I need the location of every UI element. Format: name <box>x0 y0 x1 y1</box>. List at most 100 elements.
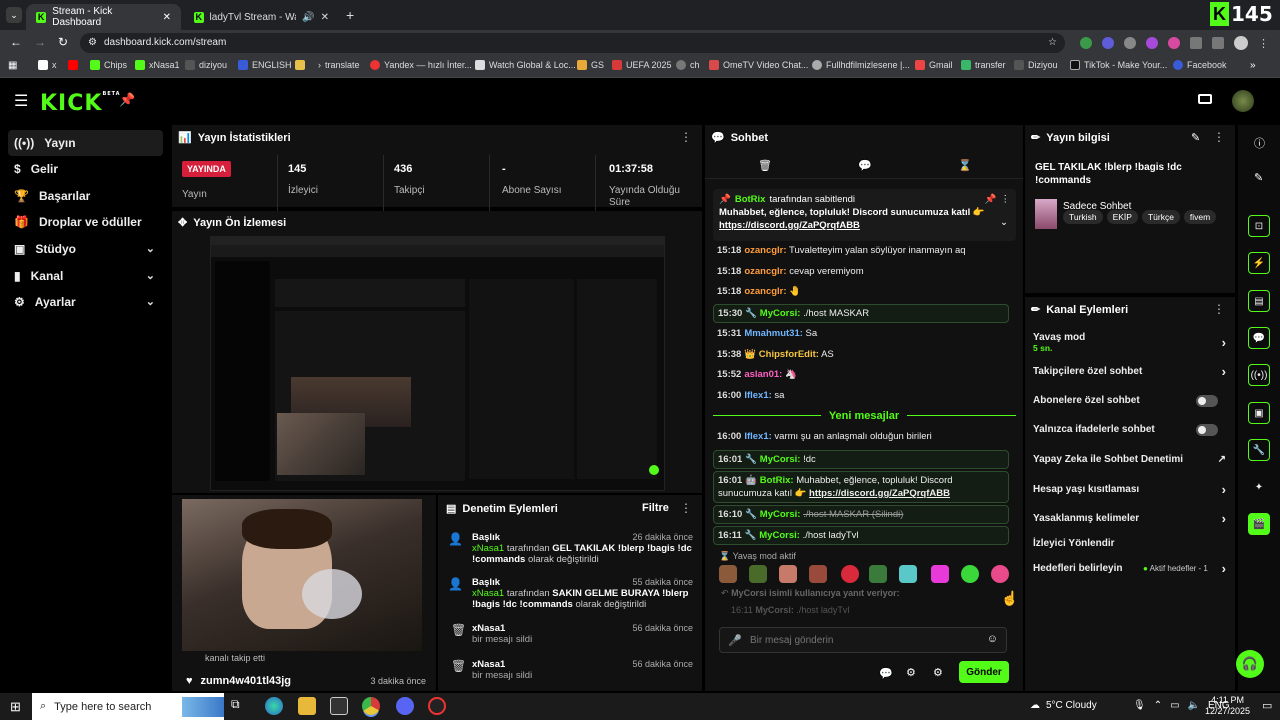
pencil-icon[interactable]: ✎ <box>1254 171 1263 184</box>
profile-avatar[interactable] <box>1234 36 1248 50</box>
tag[interactable]: Turkish <box>1063 210 1103 224</box>
sidebar-item-studyo[interactable]: ▣ Stüdyo ⌄ <box>8 236 163 262</box>
close-icon[interactable]: ✕ <box>321 12 329 23</box>
bookmark-item[interactable]: Gmail <box>915 60 953 70</box>
chat-bubble-icon[interactable]: 💬 <box>879 667 893 680</box>
bookmark-item[interactable]: ch <box>676 60 700 70</box>
volume-icon[interactable]: 🔈 <box>1188 700 1200 711</box>
windows-start-icon[interactable]: ⊞ <box>10 699 21 715</box>
puzzle-icon[interactable] <box>1190 37 1202 49</box>
user-avatar[interactable] <box>1232 90 1254 112</box>
extension-icon[interactable] <box>1146 37 1158 49</box>
discord-icon[interactable] <box>396 697 414 715</box>
hamburger-menu-icon[interactable]: ☰ <box>14 91 28 111</box>
sidebar-item-gelir[interactable]: $ Gelir <box>8 156 163 182</box>
followers-only-setting[interactable]: Takipçilere özel sohbet › <box>1033 364 1228 379</box>
tag[interactable]: EKİP <box>1106 210 1138 224</box>
quick-action-button[interactable]: 💬 <box>1248 327 1270 349</box>
chevron-down-icon[interactable]: ⌄ <box>1000 216 1008 229</box>
more-options-icon[interactable]: ⋮ <box>1001 193 1011 206</box>
stream-preview-video[interactable] <box>210 236 665 491</box>
bookmark-item[interactable]: UEFA 2025 <box>612 60 672 70</box>
obs-icon[interactable] <box>428 697 446 715</box>
bookmark-item[interactable]: Watch Global & Loc... <box>475 60 576 70</box>
gear-icon[interactable]: ⚙ <box>906 666 916 679</box>
wallet-icon[interactable] <box>1198 94 1212 104</box>
reading-list-icon[interactable] <box>1212 37 1224 49</box>
extension-icon[interactable] <box>1168 37 1180 49</box>
quick-action-button[interactable]: ✦ <box>1248 476 1270 498</box>
quick-action-button[interactable]: ▣ <box>1248 402 1270 424</box>
emotes-only-toggle[interactable] <box>1196 424 1218 436</box>
emote[interactable] <box>841 565 859 583</box>
weather-widget[interactable]: ☁ 5°C Cloudy <box>1030 700 1097 711</box>
forward-icon[interactable]: → <box>34 35 46 49</box>
quick-action-button[interactable]: ⊡ <box>1248 215 1270 237</box>
chevron-up-icon[interactable]: ⌃ <box>1154 700 1162 711</box>
sidebar-item-ayarlar[interactable]: ⚙ Ayarlar ⌄ <box>8 289 163 315</box>
tag[interactable]: Türkçe <box>1141 210 1180 224</box>
mic-tray-icon[interactable]: 🎙 <box>1133 700 1146 711</box>
chat-input[interactable]: 🎤 ☺ <box>719 627 1007 653</box>
chat-input-field[interactable] <box>750 632 970 648</box>
extension-icon[interactable] <box>1102 37 1114 49</box>
bookmark-item[interactable]: Chips <box>90 60 127 70</box>
bookmark-item[interactable]: ENGLISH <box>238 60 292 70</box>
pinned-link[interactable]: https://discord.gg/ZaPQrqfABB <box>719 219 1010 232</box>
emote[interactable] <box>779 565 797 583</box>
account-age-setting[interactable]: Hesap yaşı kısıtlaması › <box>1033 482 1228 497</box>
pinned-user[interactable]: BotRix <box>735 193 766 206</box>
more-bookmarks-icon[interactable]: » <box>1250 60 1256 71</box>
bookmark-item[interactable]: xNasa1 <box>135 60 180 70</box>
reload-icon[interactable]: ↻ <box>58 35 68 49</box>
new-tab-button[interactable]: + <box>346 7 354 23</box>
goals-setting[interactable]: Hedefleri belirleyin ● Aktif hedefler - … <box>1033 561 1228 576</box>
emote[interactable] <box>719 565 737 583</box>
bookmark-item[interactable] <box>68 60 78 70</box>
clip-thumbnail[interactable] <box>182 499 422 651</box>
tag[interactable]: fivem <box>1183 210 1217 224</box>
clip-button[interactable]: 🎬 <box>1248 513 1270 535</box>
chrome-icon[interactable] <box>362 697 380 715</box>
bookmark-item[interactable]: Diziyou <box>1014 60 1058 70</box>
bookmark-item[interactable]: GS <box>577 60 604 70</box>
emote[interactable] <box>961 565 979 583</box>
bookmark-item[interactable]: › translate <box>318 60 360 70</box>
support-headset-button[interactable]: 🎧 <box>1236 650 1264 678</box>
close-icon[interactable]: ✕ <box>163 12 171 23</box>
network-icon[interactable]: ▭ <box>1170 700 1179 711</box>
edit-icon[interactable]: ✎ <box>1191 131 1200 144</box>
emote[interactable] <box>809 565 827 583</box>
extension-icon[interactable] <box>1080 37 1092 49</box>
edge-icon[interactable] <box>265 697 283 715</box>
more-options-icon[interactable]: ⋮ <box>1213 130 1225 144</box>
extension-icon[interactable] <box>1124 37 1136 49</box>
pin-icon[interactable]: 📌 <box>119 92 135 108</box>
taskbar-search[interactable]: ⌕ Type here to search <box>32 693 224 720</box>
chat-link[interactable]: https://discord.gg/ZaPQrqfABB <box>809 488 950 499</box>
apps-grid-icon[interactable]: ▦ <box>8 60 17 71</box>
emote[interactable] <box>991 565 1009 583</box>
bookmark-item[interactable]: Fullhdfilmizlesene |... <box>812 60 910 70</box>
back-icon[interactable]: ← <box>10 35 22 49</box>
more-options-icon[interactable]: ⋮ <box>1213 302 1225 316</box>
bookmark-item[interactable]: diziyou <box>185 60 227 70</box>
sidebar-item-kanal[interactable]: ▮ Kanal ⌄ <box>8 263 163 289</box>
more-options-icon[interactable]: ⋮ <box>680 501 692 515</box>
url-input[interactable]: ⚙ dashboard.kick.com/stream ☆ <box>80 33 1065 53</box>
clock[interactable]: 4:11 PM 12/27/2025 <box>1205 695 1250 717</box>
quick-action-button[interactable]: ((•)) <box>1248 364 1270 386</box>
sidebar-item-basarilar[interactable]: 🏆 Başarılar <box>8 183 163 209</box>
banned-words-setting[interactable]: Yasaklanmış kelimeler › <box>1033 511 1228 526</box>
slow-mode-setting[interactable]: Yavaş mod 5 sn. › <box>1033 332 1228 353</box>
bookmark-item[interactable]: x <box>38 60 57 70</box>
ai-moderation-setting[interactable]: Yapay Zeka ile Sohbet Denetimi ↗ <box>1033 454 1228 465</box>
bookmark-item[interactable]: transfer <box>961 60 1006 70</box>
trash-icon[interactable]: 🗑 <box>758 159 772 172</box>
kick-logo[interactable]: KICKBETA <box>40 91 121 116</box>
microphone-icon[interactable]: 🎤 <box>728 634 742 647</box>
menu-icon[interactable]: ⋮ <box>1258 37 1269 50</box>
sidebar-item-yayin[interactable]: ((•)) Yayın <box>8 130 163 156</box>
browser-tab-stream[interactable]: K ladyTvl Stream - Watch Live 🔊 ✕ <box>184 4 339 30</box>
subscribers-only-toggle[interactable] <box>1196 395 1218 407</box>
